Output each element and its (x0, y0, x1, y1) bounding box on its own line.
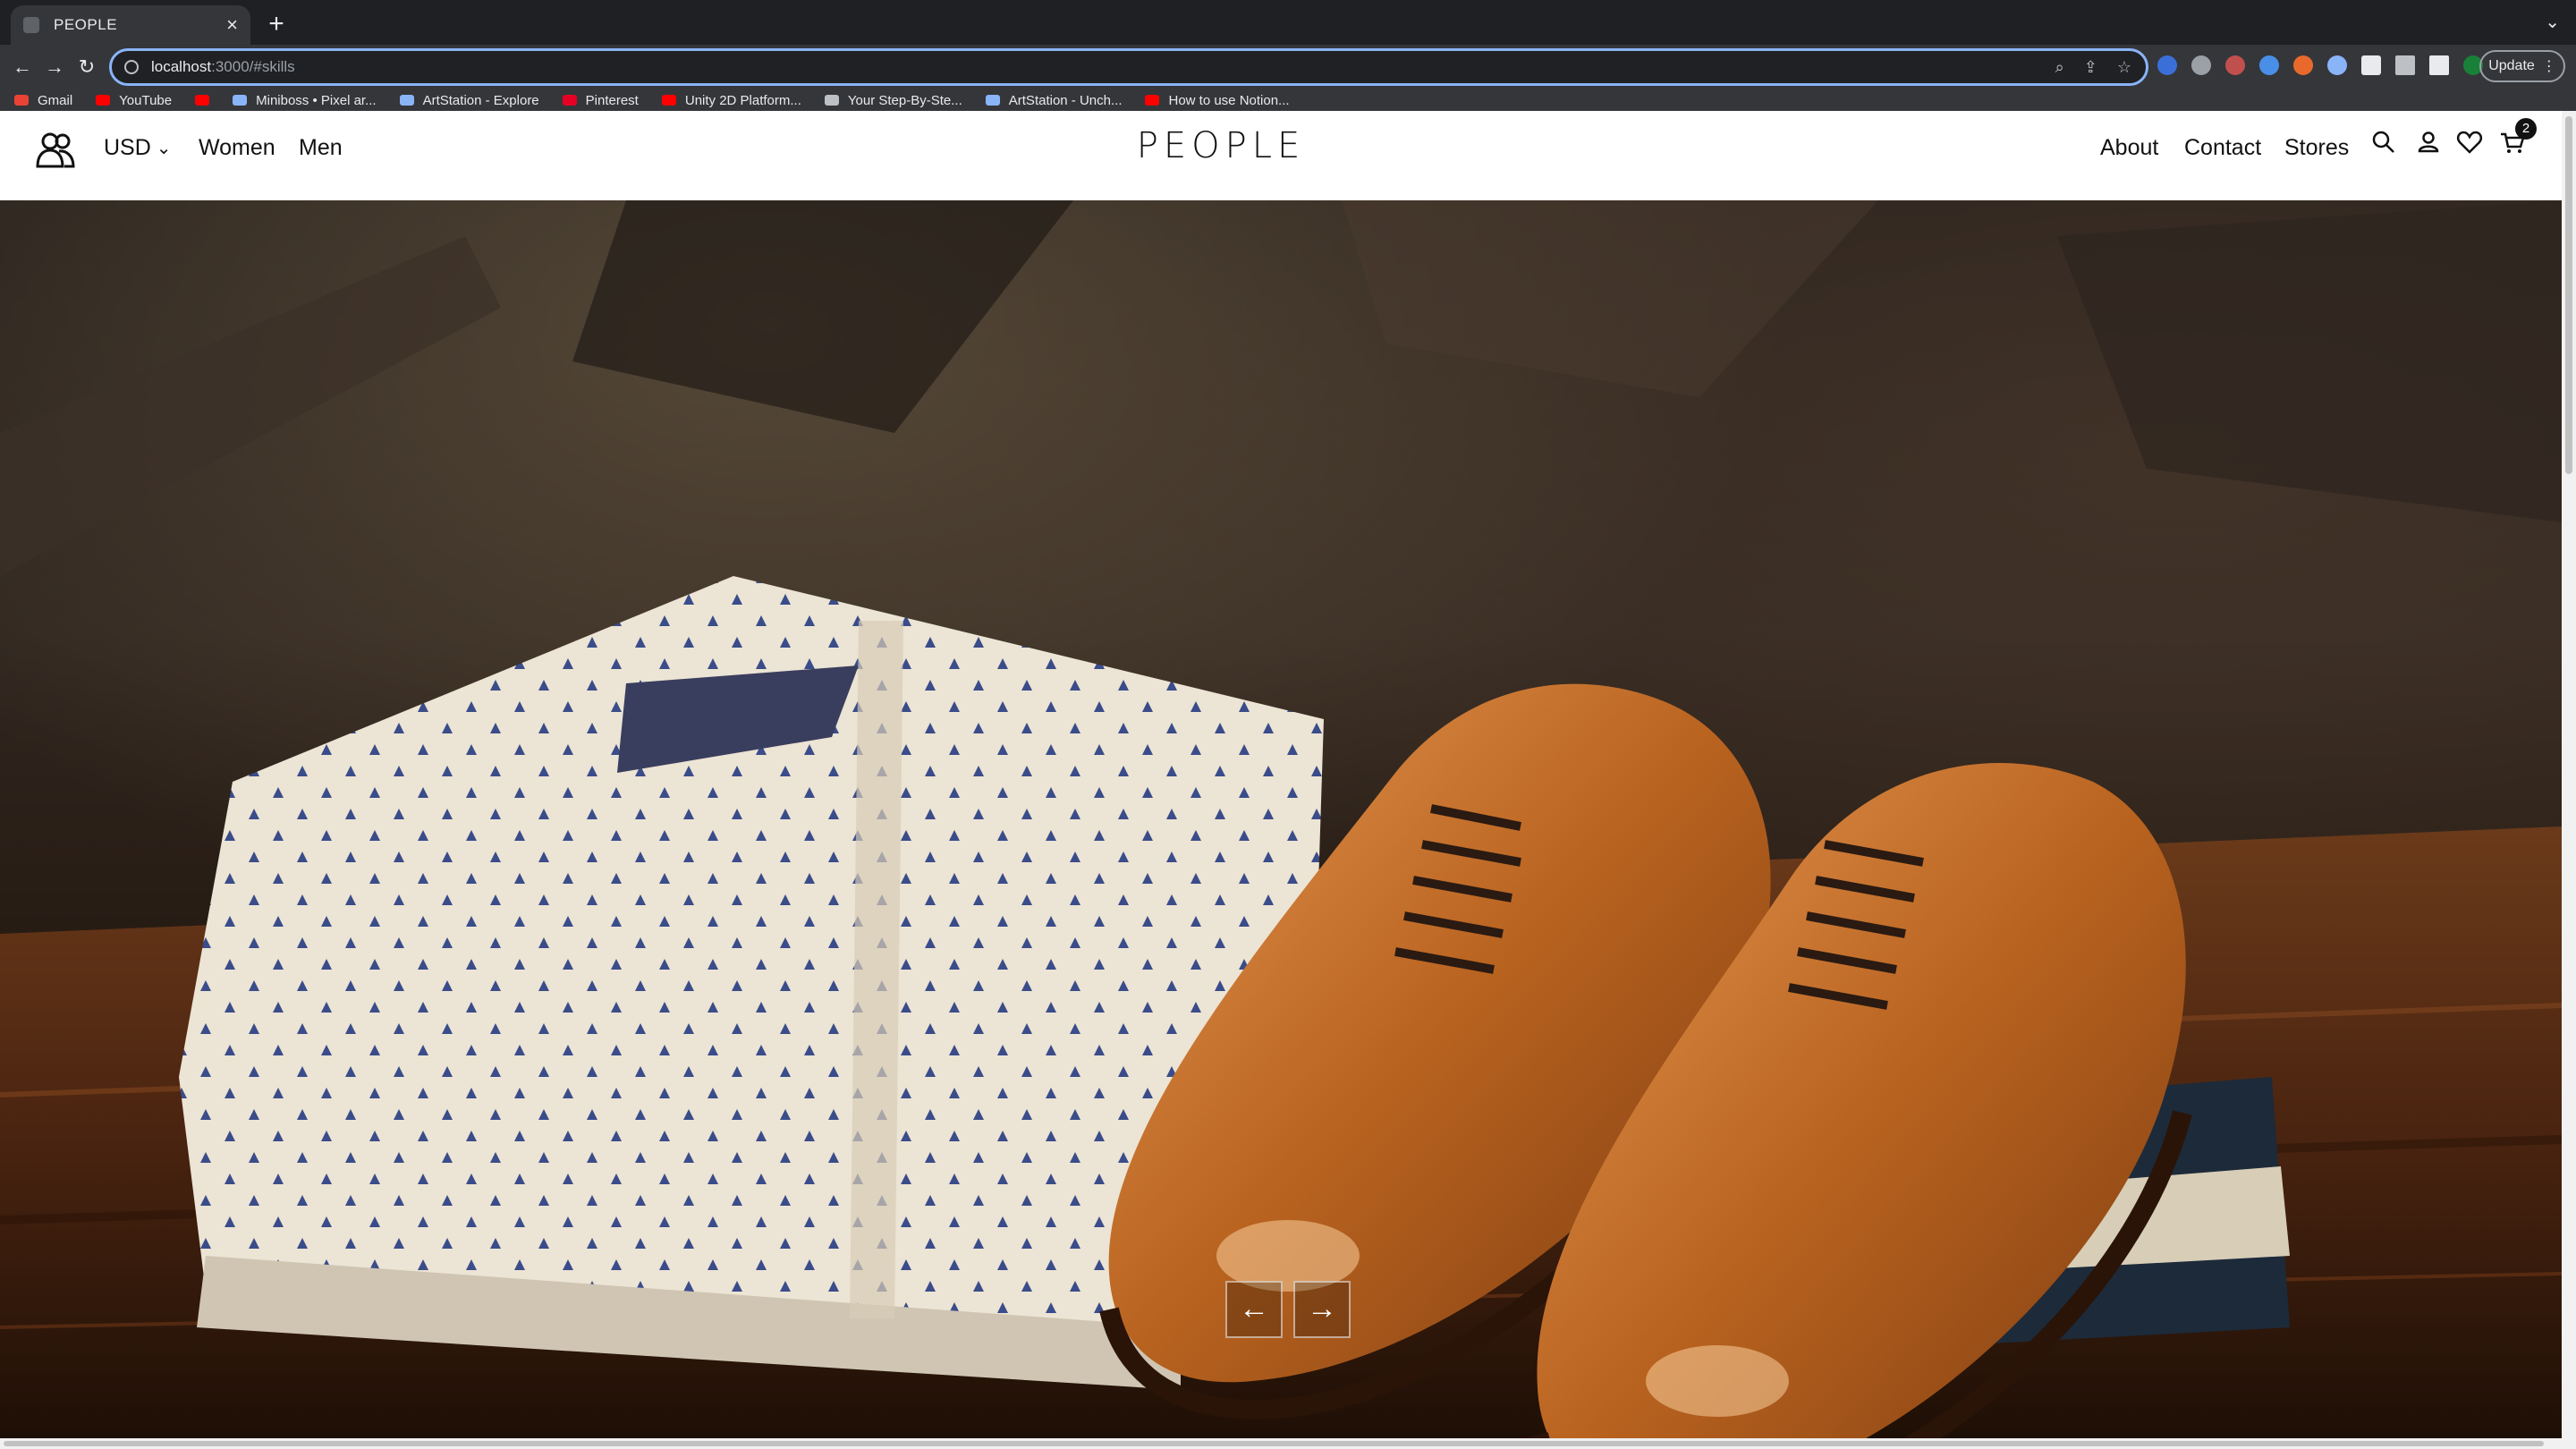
url-path: :3000/#skills (211, 58, 295, 75)
cart-count-badge: 2 (2515, 118, 2537, 140)
reload-icon[interactable]: ↻ (72, 52, 102, 82)
people-logo-icon[interactable] (34, 129, 77, 172)
tab-favicon-icon (23, 17, 39, 33)
nav-about[interactable]: About (2100, 135, 2158, 161)
nav-men[interactable]: Men (299, 135, 343, 161)
extension-icon[interactable] (2191, 55, 2211, 75)
share-icon[interactable]: ⇪ (2084, 58, 2097, 77)
bookmark-favicon-icon (1145, 95, 1160, 106)
bookmark-item[interactable]: ArtStation - Unch... (985, 92, 1123, 108)
scrollbar-thumb[interactable] (2565, 116, 2572, 474)
slider-prev-button[interactable]: ← (1225, 1281, 1283, 1338)
tab-search-chevron-icon[interactable]: ⌄ (2545, 11, 2560, 33)
update-label: Update (2488, 58, 2535, 73)
browser-toolbar: ← → ↻ localhost:3000/#skills ⌕ ⇪ ☆ Updat… (0, 45, 2576, 89)
back-arrow-icon[interactable]: ← (7, 52, 38, 82)
bookmark-item[interactable]: Miniboss • Pixel ar... (233, 92, 377, 108)
search-icon[interactable] (2370, 129, 2397, 156)
bookmark-label: Miniboss • Pixel ar... (256, 92, 377, 108)
bookmark-label: YouTube (119, 92, 173, 108)
bookmark-favicon-icon (195, 95, 210, 106)
bookmark-item[interactable]: Unity 2D Platform... (661, 92, 801, 108)
extension-icon[interactable] (2293, 55, 2313, 75)
tab-title: PEOPLE (54, 16, 118, 33)
bookmark-favicon-icon (824, 95, 839, 106)
bookmark-label: Gmail (38, 92, 73, 108)
bookmark-item[interactable]: Your Step-By-Ste... (824, 92, 962, 108)
forward-arrow-icon[interactable]: → (39, 52, 70, 82)
bookmark-label: Unity 2D Platform... (684, 92, 801, 108)
horizontal-scrollbar[interactable] (0, 1438, 2576, 1449)
nav-contact[interactable]: Contact (2184, 135, 2261, 161)
address-bar[interactable]: localhost:3000/#skills ⌕ ⇪ ☆ (109, 48, 2148, 86)
currency-label: USD (104, 135, 151, 160)
account-icon[interactable] (2415, 129, 2442, 156)
bookmark-favicon-icon (14, 95, 29, 106)
bookmark-label: ArtStation - Unch... (1008, 92, 1123, 108)
scrollbar-thumb[interactable] (4, 1441, 2544, 1446)
bookmark-favicon-icon (96, 95, 111, 106)
update-button[interactable]: Update ⋮ (2479, 50, 2565, 82)
chevron-down-icon: ⌄ (156, 139, 172, 158)
extensions-row (2157, 55, 2483, 75)
bookmark-item[interactable] (195, 95, 210, 106)
vertical-scrollbar[interactable] (2562, 111, 2576, 1438)
bookmark-favicon-icon (562, 95, 577, 106)
side-panel-icon[interactable] (2429, 55, 2449, 75)
wishlist-heart-icon[interactable] (2456, 129, 2483, 156)
browser-tab[interactable]: PEOPLE × (11, 5, 250, 45)
bookmark-item[interactable]: YouTube (96, 93, 172, 108)
site-info-icon[interactable] (124, 60, 139, 74)
bookmark-label: How to use Notion... (1168, 92, 1290, 108)
bookmark-label: ArtStation - Explore (422, 92, 539, 108)
bookmark-item[interactable]: ArtStation - Explore (399, 92, 539, 108)
slider-next-button[interactable]: → (1293, 1281, 1351, 1338)
bookmarks-bar: Gmail YouTube Miniboss • Pixel ar... ArtSta… (0, 89, 2576, 111)
hero-slider: ← → (0, 200, 2562, 1438)
url-host: localhost (151, 58, 212, 75)
bookmark-favicon-icon (985, 95, 1000, 106)
bookmark-item[interactable]: How to use Notion... (1145, 92, 1290, 108)
zoom-icon[interactable]: ⌕ (2055, 58, 2064, 77)
more-menu-icon: ⋮ (2541, 59, 2556, 74)
extension-icon[interactable] (2157, 55, 2177, 75)
bookmark-favicon-icon (399, 95, 414, 106)
new-tab-button[interactable]: + (261, 9, 292, 39)
bookmark-star-icon[interactable]: ☆ (2117, 58, 2131, 77)
bookmark-favicon-icon (233, 95, 248, 106)
nav-stores[interactable]: Stores (2284, 135, 2349, 161)
hero-image (0, 200, 2562, 1438)
bookmark-favicon-icon (661, 95, 676, 106)
tab-close-icon[interactable]: × (226, 15, 238, 35)
extension-icon[interactable] (2259, 55, 2279, 75)
extension-icon[interactable] (2327, 55, 2347, 75)
browser-tab-strip: PEOPLE × + ⌄ (0, 0, 2576, 45)
bookmark-item[interactable]: Gmail (14, 93, 72, 108)
puzzle-icon[interactable] (2361, 55, 2381, 75)
currency-selector[interactable]: USD ⌄ (104, 135, 172, 161)
extension-icon[interactable] (2225, 55, 2245, 75)
bookmark-item[interactable]: Pinterest (562, 92, 639, 108)
bookmark-label: Your Step-By-Ste... (847, 92, 962, 108)
nav-women[interactable]: Women (199, 135, 275, 161)
brand-title[interactable]: PEOPLE (1073, 125, 1368, 166)
site-header: USD ⌄ Women Men PEOPLE About Contact Sto… (0, 111, 2562, 200)
bookmark-label: Pinterest (585, 92, 639, 108)
reading-list-icon[interactable] (2395, 55, 2415, 75)
